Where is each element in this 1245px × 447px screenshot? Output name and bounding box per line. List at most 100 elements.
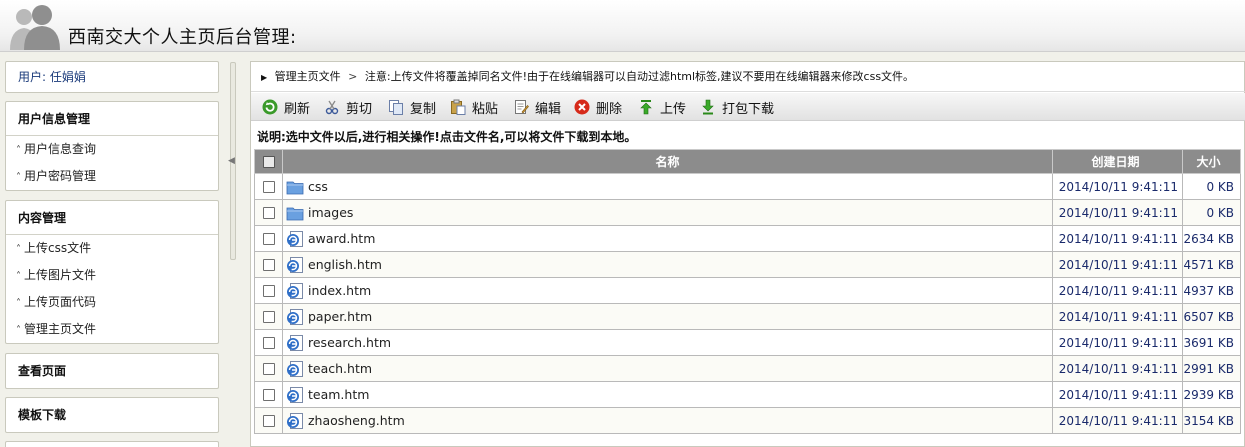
cut-button[interactable]: 剪切	[323, 97, 372, 117]
main-area: ▶ 管理主页文件 > 注意:上传文件将覆盖掉同名文件!由于在线编辑器可以自动过滤…	[240, 52, 1245, 447]
select-all-cell	[254, 149, 283, 174]
sidebar-item-upload-css[interactable]: ˄ 上传css文件	[6, 235, 218, 262]
panel-title[interactable]: 用户信息管理	[6, 102, 218, 136]
table-row: award.htm 2014/10/11 9:41:11 2634 KB	[254, 225, 1241, 252]
file-name-link[interactable]: team.htm	[308, 387, 369, 402]
html-file-icon	[286, 230, 304, 247]
panel-title[interactable]: 模板下载	[6, 398, 218, 432]
row-size: 3691 KB	[1182, 329, 1241, 356]
select-all-checkbox[interactable]	[262, 156, 275, 168]
row-size: 2634 KB	[1182, 225, 1241, 252]
row-checkbox[interactable]	[262, 285, 275, 297]
row-size: 0 KB	[1182, 199, 1241, 226]
column-header-date[interactable]: 创建日期	[1052, 149, 1183, 174]
zip-download-button[interactable]: 打包下载	[699, 97, 774, 117]
panel-content-management: 内容管理 ˄ 上传css文件 ˄ 上传图片文件 ˄ 上传页面代码 ˄ 管理主页文件	[5, 200, 219, 344]
panel-title[interactable]: 内容管理	[6, 201, 218, 235]
row-name-cell: teach.htm	[282, 355, 1053, 382]
row-checkbox[interactable]	[262, 415, 275, 427]
table-row: index.htm 2014/10/11 9:41:11 4937 KB	[254, 277, 1241, 304]
file-name-link[interactable]: images	[308, 205, 353, 220]
file-name-link[interactable]: award.htm	[308, 231, 375, 246]
row-name-cell: zhaosheng.htm	[282, 407, 1053, 434]
row-checkbox[interactable]	[262, 207, 275, 219]
file-table: 名称 创建日期 大小 css 2014/10/11 9:41:11 0 KB i…	[254, 149, 1241, 434]
row-checkbox[interactable]	[262, 259, 275, 271]
file-name-link[interactable]: english.htm	[308, 257, 382, 272]
row-check-cell	[254, 277, 283, 304]
column-header-name[interactable]: 名称	[282, 149, 1053, 174]
file-name-link[interactable]: teach.htm	[308, 361, 372, 376]
file-name-link[interactable]: zhaosheng.htm	[308, 413, 405, 428]
row-check-cell	[254, 329, 283, 356]
row-check-cell	[254, 407, 283, 434]
folder-icon	[286, 205, 304, 221]
row-size: 0 KB	[1182, 173, 1241, 200]
row-date: 2014/10/11 9:41:11	[1052, 173, 1183, 200]
row-name-cell: research.htm	[282, 329, 1053, 356]
row-date: 2014/10/11 9:41:11	[1052, 199, 1183, 226]
row-size: 6507 KB	[1182, 303, 1241, 330]
column-header-size[interactable]: 大小	[1182, 149, 1241, 174]
row-check-cell	[254, 355, 283, 382]
row-name-cell: css	[282, 173, 1053, 200]
panel-title[interactable]: 查看页面	[6, 354, 218, 388]
folder-icon	[286, 179, 304, 195]
edit-button[interactable]: 编辑	[512, 97, 561, 117]
file-name-link[interactable]: paper.htm	[308, 309, 372, 324]
row-date: 2014/10/11 9:41:11	[1052, 303, 1183, 330]
row-checkbox[interactable]	[262, 233, 275, 245]
upload-arrow-icon	[637, 98, 655, 116]
row-check-cell	[254, 303, 283, 330]
row-check-cell	[254, 173, 283, 200]
row-name-cell: images	[282, 199, 1053, 226]
breadcrumb-current: 管理主页文件	[274, 70, 341, 83]
sidebar-item-user-info-query[interactable]: ˄ 用户信息查询	[6, 136, 218, 163]
refresh-button[interactable]: 刷新	[261, 97, 310, 117]
copy-button[interactable]: 复制	[387, 97, 436, 117]
row-name-cell: team.htm	[282, 381, 1053, 408]
html-file-icon	[286, 386, 304, 403]
row-date: 2014/10/11 9:41:11	[1052, 381, 1183, 408]
sidebar-item-upload-page[interactable]: ˄ 上传页面代码	[6, 289, 218, 316]
refresh-icon	[261, 98, 279, 116]
sidebar-item-user-password[interactable]: ˄ 用户密码管理	[6, 163, 218, 190]
sidebar-item-manage-files[interactable]: ˄ 管理主页文件	[6, 316, 218, 343]
double-up-arrow-icon: ˄	[16, 172, 21, 183]
table-row: paper.htm 2014/10/11 9:41:11 6507 KB	[254, 303, 1241, 330]
row-check-cell	[254, 199, 283, 226]
upload-button[interactable]: 上传	[637, 97, 686, 117]
row-date: 2014/10/11 9:41:11	[1052, 251, 1183, 278]
row-name-cell: award.htm	[282, 225, 1053, 252]
file-name-link[interactable]: css	[308, 179, 328, 194]
html-file-icon	[286, 334, 304, 351]
row-size: 2991 KB	[1182, 355, 1241, 382]
double-up-arrow-icon: ˄	[16, 325, 21, 336]
copy-icon	[387, 98, 405, 116]
html-file-icon	[286, 282, 304, 299]
row-checkbox[interactable]	[262, 389, 275, 401]
paste-button[interactable]: 粘贴	[449, 97, 498, 117]
breadcrumb: ▶ 管理主页文件 > 注意:上传文件将覆盖掉同名文件!由于在线编辑器可以自动过滤…	[251, 62, 1245, 92]
table-row: images 2014/10/11 9:41:11 0 KB	[254, 199, 1241, 226]
file-name-link[interactable]: research.htm	[308, 335, 391, 350]
file-name-link[interactable]: index.htm	[308, 283, 371, 298]
panel-template-download[interactable]: 模板下载	[5, 397, 219, 433]
sidebar-splitter[interactable]: ◀	[226, 52, 240, 447]
row-check-cell	[254, 225, 283, 252]
panel-user-info-management: 用户信息管理 ˄ 用户信息查询 ˄ 用户密码管理	[5, 101, 219, 191]
double-up-arrow-icon: ˄	[16, 145, 21, 156]
row-checkbox[interactable]	[262, 181, 275, 193]
row-check-cell	[254, 251, 283, 278]
row-name-cell: paper.htm	[282, 303, 1053, 330]
sidebar-item-upload-image[interactable]: ˄ 上传图片文件	[6, 262, 218, 289]
collapse-arrow-icon[interactable]: ◀	[228, 156, 235, 166]
double-up-arrow-icon: ˄	[16, 298, 21, 309]
row-checkbox[interactable]	[262, 363, 275, 375]
table-row: team.htm 2014/10/11 9:41:11 2939 KB	[254, 381, 1241, 408]
row-checkbox[interactable]	[262, 337, 275, 349]
double-up-arrow-icon: ˄	[16, 244, 21, 255]
delete-button[interactable]: 删除	[573, 97, 622, 117]
panel-view-pages[interactable]: 查看页面	[5, 353, 219, 389]
row-checkbox[interactable]	[262, 311, 275, 323]
